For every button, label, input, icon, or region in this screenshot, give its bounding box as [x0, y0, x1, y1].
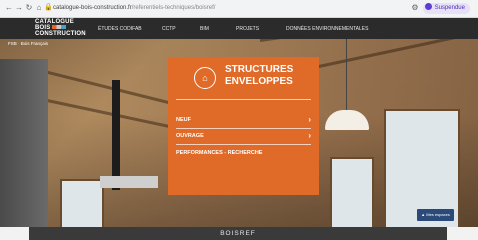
menu-item-performances-recherche[interactable]: PERFORMANCES - RECHERCHE: [176, 147, 311, 159]
back-icon[interactable]: ←: [4, 3, 14, 13]
menu-item-label: NEUF: [176, 117, 191, 123]
menu-divider: [176, 128, 311, 129]
panel-divider: [176, 99, 311, 100]
profile-button[interactable]: Suspendue: [422, 2, 470, 14]
ceiling-beam: [299, 39, 477, 72]
nav-cctp[interactable]: CCTP: [162, 25, 176, 33]
menu-item-neuf[interactable]: NEUF ›: [176, 114, 311, 126]
extensions-icon[interactable]: ⚙: [410, 3, 420, 13]
url-path: /referentiels-techniques/boisref/: [131, 5, 216, 11]
mes-espaces-button[interactable]: ▲ Mes espaces: [417, 209, 454, 221]
breadcrumb[interactable]: FSB · Bois Français: [8, 41, 48, 47]
site-logo[interactable]: CATALOGUE BOIS CONSTRUCTION: [35, 19, 86, 37]
nav-bim[interactable]: BIM: [200, 25, 209, 33]
chevron-right-icon: ›: [308, 131, 311, 140]
menu-item-label: OUVRAGE: [176, 133, 204, 139]
reload-icon[interactable]: ↻: [24, 3, 34, 13]
footer-title-bar: BOISREF: [29, 227, 447, 240]
panel-title-line-1: STRUCTURES: [225, 64, 294, 75]
nav-etudes-codifab[interactable]: ÉTUDES CODIFAB: [98, 25, 142, 33]
panel-title-line-2: ENVELOPPES: [225, 76, 293, 87]
forward-icon[interactable]: →: [14, 3, 24, 13]
lock-icon[interactable]: 🔒: [44, 3, 53, 13]
logo-color-bar: [52, 25, 67, 30]
home-icon[interactable]: ⌂: [34, 3, 44, 13]
mes-espaces-label: Mes espaces: [426, 212, 450, 217]
url-domain: catalogue-bois-construction.fr: [53, 5, 132, 11]
stone-wall: [0, 59, 48, 227]
address-bar[interactable]: catalogue-bois-construction.fr/referenti…: [53, 3, 215, 13]
browser-toolbar: ← → ↻ ⌂ 🔒 catalogue-bois-construction.fr…: [0, 0, 478, 18]
menu-item-label: PERFORMANCES - RECHERCHE: [176, 150, 263, 156]
nav-projets[interactable]: PROJETS: [236, 25, 259, 33]
stove-pipe: [112, 80, 120, 190]
logo-line-3: CONSTRUCTION: [35, 31, 86, 37]
profile-label: Suspendue: [434, 5, 465, 11]
menu-item-ouvrage[interactable]: OUVRAGE ›: [176, 130, 311, 142]
avatar-icon: [424, 2, 432, 10]
window: [330, 157, 374, 227]
house-structure-icon: ⌂: [194, 67, 216, 89]
panel-title: STRUCTURES ENVELOPPES: [225, 64, 315, 88]
lamp-cord: [346, 39, 347, 111]
window: [60, 179, 104, 227]
menu-divider: [176, 144, 311, 145]
nav-donnees-environnementales[interactable]: DONNÉES ENVIRONNEMENTALES: [286, 25, 368, 33]
stove: [100, 176, 158, 188]
chevron-right-icon: ›: [308, 115, 311, 124]
